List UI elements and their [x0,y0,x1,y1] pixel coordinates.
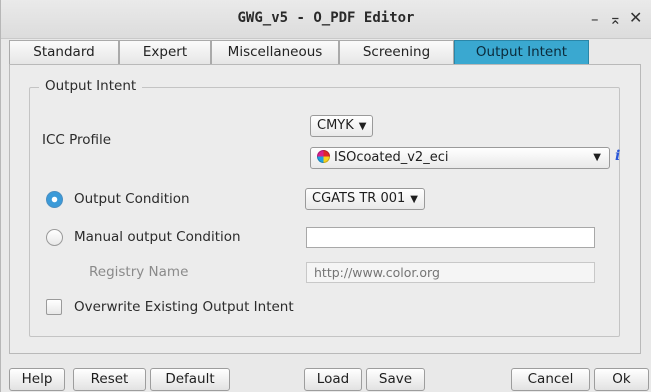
maximize-icon[interactable]: ⌅ [609,10,622,28]
icc-profile-dropdown[interactable]: ISOcoated_v2_eci ▼ [310,147,610,169]
tab-expert[interactable]: Expert [119,40,211,64]
info-icon[interactable]: i [615,148,620,164]
output-condition-label: Output Condition [74,191,190,207]
icc-profile-value: ISOcoated_v2_eci [334,150,449,165]
default-button[interactable]: Default [150,368,230,391]
editor-window: GWG_v5 - O_PDF Editor – ⌅ ✕ Standard Exp… [0,0,651,392]
color-profile-icon [317,150,330,163]
save-button[interactable]: Save [366,368,425,391]
cancel-button[interactable]: Cancel [511,368,590,391]
group-legend: Output Intent [39,78,143,94]
close-icon[interactable]: ✕ [629,8,642,27]
dropdown-arrow-icon: ▼ [593,152,601,163]
tab-output-intent[interactable]: Output Intent [454,40,589,64]
reset-button[interactable]: Reset [73,368,146,391]
manual-condition-input[interactable] [306,227,595,248]
registry-name-input[interactable] [306,262,595,283]
output-condition-value: CGATS TR 001 [312,191,406,206]
ok-button[interactable]: Ok [594,368,649,391]
manual-condition-label: Manual output Condition [74,229,241,245]
overwrite-checkbox[interactable] [46,299,62,315]
colorspace-value: CMYK [317,118,354,133]
window-title: GWG_v5 - O_PDF Editor [237,10,415,26]
output-condition-radio[interactable] [46,191,63,208]
tab-standard[interactable]: Standard [9,40,119,64]
manual-condition-radio[interactable] [46,229,63,246]
tab-bar: Standard Expert Miscellaneous Screening … [9,40,591,65]
dropdown-arrow-icon: ▼ [410,194,418,205]
icc-profile-label: ICC Profile [42,132,112,148]
tab-panel: Output Intent ICC Profile CMYK ▼ ISOcoate… [9,64,641,354]
title-bar[interactable]: GWG_v5 - O_PDF Editor – ⌅ ✕ [1,0,651,39]
registry-name-label: Registry Name [89,264,189,280]
output-condition-dropdown[interactable]: CGATS TR 001 ▼ [305,188,425,210]
dropdown-arrow-icon: ▼ [358,121,367,132]
minimize-icon[interactable]: – [591,10,599,28]
tab-miscellaneous[interactable]: Miscellaneous [211,40,339,64]
output-intent-group: Output Intent ICC Profile CMYK ▼ ISOcoate… [29,78,620,337]
load-button[interactable]: Load [304,368,362,391]
tab-screening[interactable]: Screening [339,40,454,64]
help-button[interactable]: Help [9,368,65,391]
colorspace-dropdown[interactable]: CMYK ▼ [310,115,374,137]
overwrite-label: Overwrite Existing Output Intent [74,299,294,315]
